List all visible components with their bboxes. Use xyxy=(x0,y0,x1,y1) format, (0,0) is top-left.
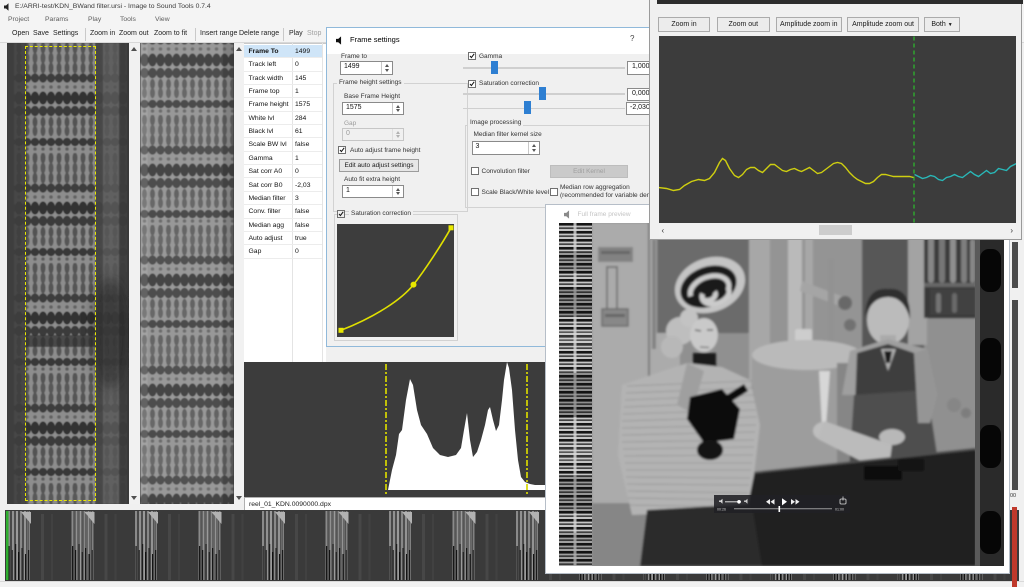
svg-text:01:00: 01:00 xyxy=(835,507,844,511)
svg-text:00:26: 00:26 xyxy=(717,507,726,511)
